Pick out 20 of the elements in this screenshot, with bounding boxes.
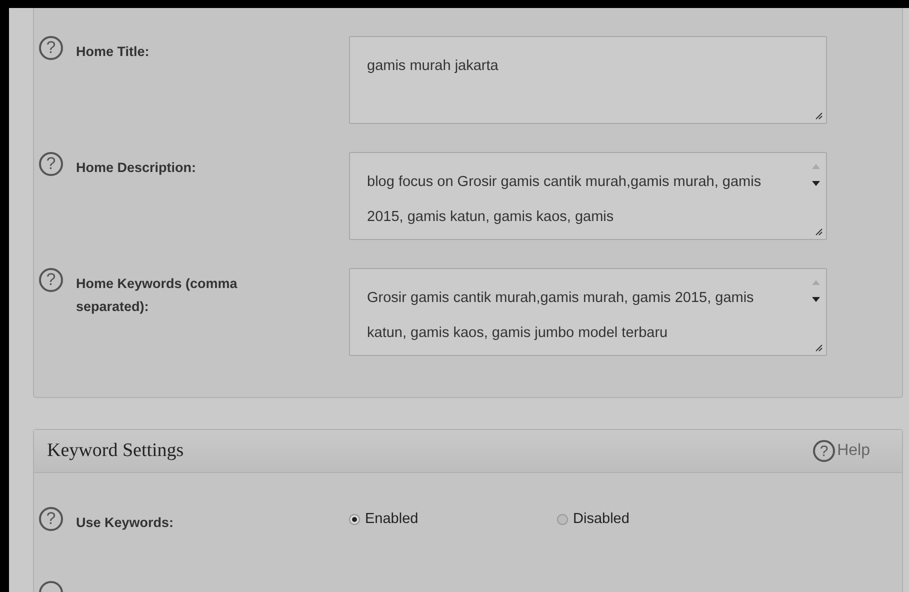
radio-option[interactable]: Disabled [557, 511, 765, 527]
scroll-down-icon[interactable] [812, 297, 820, 303]
help-icon[interactable]: ? [39, 152, 63, 176]
field-label: Home Keywords (comma separated): [76, 275, 238, 316]
field-label: Home Title: [76, 43, 150, 61]
help-icon[interactable]: ? [39, 36, 63, 60]
field-label: Home Description: [76, 159, 198, 177]
text-area[interactable]: gamis murah jakarta [349, 36, 827, 124]
help-icon[interactable]: ? [39, 507, 63, 531]
scroll-down-icon[interactable] [812, 181, 820, 187]
radio-option[interactable]: Enabled [349, 511, 557, 527]
text-area[interactable]: Grosir gamis cantik murah,gamis murah, gamis 2015, gamis katun, gamis kaos, gamis jumbo model terbaru [349, 268, 827, 356]
text-area[interactable]: blog focus on Grosir gamis cantik murah,gamis murah, gamis 2015, gamis katun, gamis kaos, gamis [349, 152, 827, 240]
help-icon[interactable]: ? [39, 268, 63, 292]
field-label: Use Keywords: [76, 515, 175, 531]
section-title: Keyword Settings [47, 440, 184, 462]
resize-grip-icon[interactable] [815, 228, 823, 236]
resize-grip-icon[interactable] [815, 344, 823, 352]
resize-grip-icon[interactable] [815, 112, 823, 120]
help-link[interactable]: ? Help [813, 440, 870, 462]
